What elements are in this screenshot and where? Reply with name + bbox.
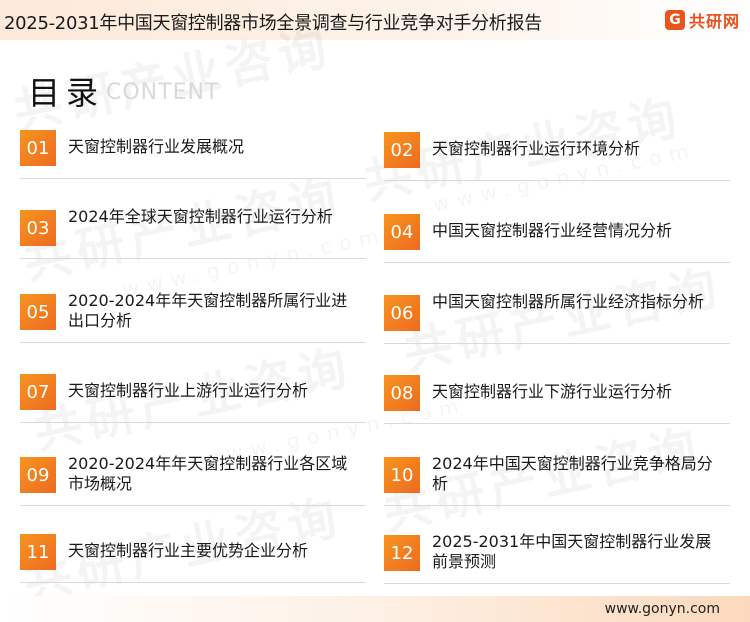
toc-item-label: 天窗控制器行业下游行业运行分析	[432, 382, 673, 401]
toc-item[interactable]: 09 2020-2024年年天窗控制器行业各区域市场概况	[20, 443, 366, 506]
toc-item-label: 天窗控制器行业发展概况	[68, 137, 245, 156]
toc-item[interactable]: 07 天窗控制器行业上游行业运行分析	[20, 360, 366, 423]
toc-item-label: 2020-2024年年天窗控制器所属行业进出口分析	[68, 291, 348, 330]
toc-item-number: 08	[384, 375, 420, 411]
toc-item-label: 天窗控制器行业主要优势企业分析	[68, 541, 309, 560]
toc-item[interactable]: 01 天窗控制器行业发展概况	[20, 116, 366, 179]
toc-item-number: 05	[20, 294, 56, 330]
brand-logo-icon: G	[664, 10, 685, 30]
toc-item[interactable]: 10 2024年中国天窗控制器行业竞争格局分析	[384, 443, 730, 506]
toc-subtitle: CONTENT	[106, 80, 220, 105]
toc-item-number: 01	[20, 130, 56, 166]
toc-item[interactable]: 12 2025-2031年中国天窗控制器行业发展前景预测	[384, 521, 730, 584]
toc-item-label: 中国天窗控制器所属行业经济指标分析	[432, 292, 705, 311]
toc-item-number: 04	[384, 214, 420, 250]
toc-item-number: 03	[20, 210, 56, 246]
toc-item[interactable]: 04 中国天窗控制器行业经营情况分析	[384, 200, 730, 263]
toc-item-number: 09	[20, 457, 56, 493]
toc-title: 目录	[28, 74, 105, 112]
toc-item-number: 02	[384, 132, 420, 168]
footer-url: www.gonyn.com	[604, 601, 720, 617]
header-bar: 2025-2031年中国天窗控制器市场全景调查与行业竞争对手分析报告 G 共研网	[0, 0, 750, 40]
toc-item[interactable]: 11 天窗控制器行业主要优势企业分析	[20, 520, 366, 583]
toc-item-label: 2025-2031年中国天窗控制器行业发展前景预测	[432, 532, 712, 571]
toc-item[interactable]: 06 中国天窗控制器所属行业经济指标分析	[384, 281, 730, 344]
toc-item-number: 11	[20, 534, 56, 570]
toc-item-number: 07	[20, 374, 56, 410]
toc-item-label: 天窗控制器行业上游行业运行分析	[68, 381, 309, 400]
brand-name: 共研网	[688, 12, 740, 31]
toc-item-label: 中国天窗控制器行业经营情况分析	[432, 221, 673, 240]
toc-item[interactable]: 02 天窗控制器行业运行环境分析	[384, 118, 730, 181]
toc-item-number: 10	[384, 457, 420, 493]
toc-item-number: 12	[384, 535, 420, 571]
toc-item-label: 2020-2024年年天窗控制器行业各区域市场概况	[68, 454, 348, 493]
toc-item-label: 2024年中国天窗控制器行业竞争格局分析	[432, 454, 713, 493]
toc-item-label: 天窗控制器行业运行环境分析	[432, 139, 641, 158]
toc-item[interactable]: 08 天窗控制器行业下游行业运行分析	[384, 361, 730, 424]
toc-item[interactable]: 03 2024年全球天窗控制器行业运行分析	[20, 196, 366, 259]
footer-bar: www.gonyn.com	[0, 596, 750, 622]
toc-item[interactable]: 05 2020-2024年年天窗控制器所属行业进出口分析	[20, 280, 366, 343]
toc-item-number: 06	[384, 295, 420, 331]
brand-logo: G 共研网	[664, 8, 740, 32]
document-title: 2025-2031年中国天窗控制器市场全景调查与行业竞争对手分析报告	[4, 13, 542, 34]
toc-item-label: 2024年全球天窗控制器行业运行分析	[68, 207, 333, 226]
